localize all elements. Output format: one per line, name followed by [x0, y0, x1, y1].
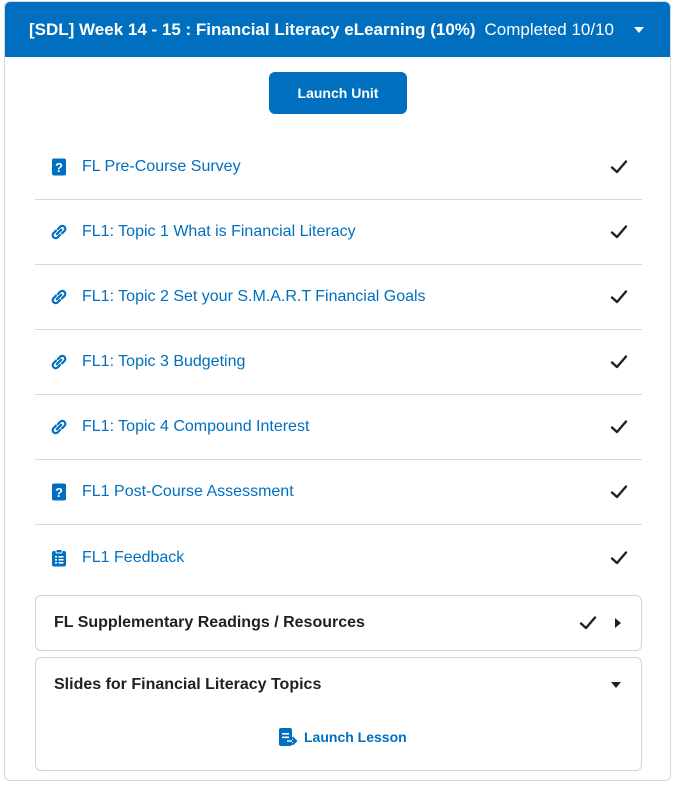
sub-unit-slides: Slides for Financial Literacy Topics Lau… [35, 657, 642, 771]
sub-unit-readings[interactable]: FL Supplementary Readings / Resources [35, 595, 642, 651]
item-label[interactable]: FL1 Post-Course Assessment [82, 483, 610, 501]
launch-icon [278, 727, 298, 747]
check-icon [610, 158, 628, 176]
item-label[interactable]: FL1: Topic 2 Set your S.M.A.R.T Financia… [82, 288, 610, 306]
check-icon [610, 549, 628, 567]
link-icon [50, 418, 68, 436]
link-icon [50, 288, 68, 306]
item-label[interactable]: FL1: Topic 1 What is Financial Literacy [82, 223, 610, 241]
sub-unit-header[interactable]: FL Supplementary Readings / Resources [36, 596, 641, 650]
check-icon [610, 483, 628, 501]
unit-header[interactable]: [SDL] Week 14 - 15 : Financial Literacy … [5, 2, 670, 57]
item-label[interactable]: FL1: Topic 3 Budgeting [82, 353, 610, 371]
quiz-icon: ? [50, 483, 68, 501]
svg-text:?: ? [55, 485, 63, 500]
expand-caret-icon[interactable] [615, 618, 621, 628]
sub-unit-header[interactable]: Slides for Financial Literacy Topics [36, 658, 641, 712]
check-icon [610, 288, 628, 306]
check-icon [610, 418, 628, 436]
activity-list: ? FL Pre-Course Survey FL1: Topic 1 What… [35, 135, 642, 590]
list-item[interactable]: FL1: Topic 1 What is Financial Literacy [35, 200, 642, 265]
survey-icon: ? [50, 158, 68, 176]
check-icon [579, 614, 597, 632]
link-icon [50, 353, 68, 371]
svg-text:?: ? [55, 160, 63, 175]
collapse-caret-icon[interactable] [634, 26, 644, 33]
check-icon [610, 223, 628, 241]
list-item[interactable]: FL1 Feedback [35, 525, 642, 590]
list-item[interactable]: FL1: Topic 3 Budgeting [35, 330, 642, 395]
list-item[interactable]: FL1: Topic 2 Set your S.M.A.R.T Financia… [35, 265, 642, 330]
sub-unit-title: Slides for Financial Literacy Topics [54, 676, 322, 693]
item-label[interactable]: FL1: Topic 4 Compound Interest [82, 418, 610, 436]
collapse-caret-icon[interactable] [611, 682, 621, 688]
unit-title: [SDL] Week 14 - 15 : Financial Literacy … [29, 19, 476, 39]
unit-card: [SDL] Week 14 - 15 : Financial Literacy … [4, 1, 671, 781]
list-item[interactable]: FL1: Topic 4 Compound Interest [35, 395, 642, 460]
link-icon [50, 223, 68, 241]
launch-lesson-link[interactable]: Launch Lesson [278, 727, 407, 747]
launch-lesson-label[interactable]: Launch Lesson [304, 729, 407, 745]
item-label[interactable]: FL Pre-Course Survey [82, 158, 610, 176]
launch-unit-button[interactable]: Launch Unit [269, 72, 407, 114]
feedback-icon [50, 548, 68, 567]
list-item[interactable]: ? FL1 Post-Course Assessment [35, 460, 642, 525]
list-item[interactable]: ? FL Pre-Course Survey [35, 135, 642, 200]
completion-status: Completed 10/10 [484, 19, 614, 39]
sub-unit-title: FL Supplementary Readings / Resources [54, 614, 365, 631]
check-icon [610, 353, 628, 371]
item-label[interactable]: FL1 Feedback [82, 549, 610, 567]
